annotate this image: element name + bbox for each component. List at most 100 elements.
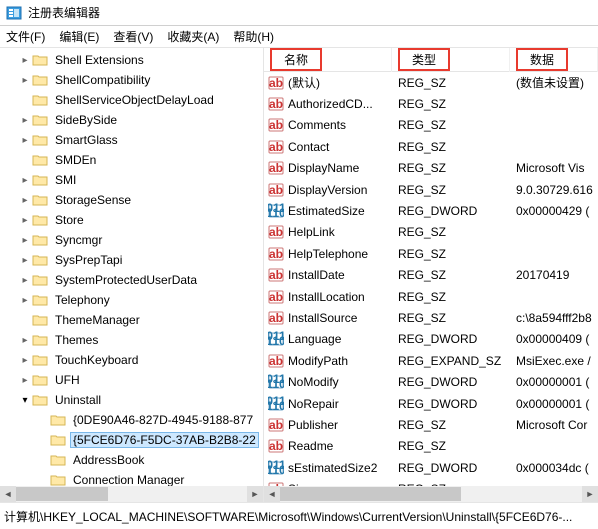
folder-icon xyxy=(50,473,66,487)
menu-view[interactable]: 查看(V) xyxy=(113,28,153,45)
value-row[interactable]: abHelpLinkREG_SZ xyxy=(264,222,598,243)
chevron-right-icon[interactable]: ▸ xyxy=(18,135,32,146)
value-type: REG_EXPAND_SZ xyxy=(392,354,510,368)
scroll-thumb[interactable] xyxy=(280,487,461,501)
tree-item[interactable]: ▸Store xyxy=(0,210,263,230)
value-data: c:\8a594fff2b8 xyxy=(510,311,598,325)
tree-pane[interactable]: ▸Shell Extensions▸ShellCompatibility Shel… xyxy=(0,48,264,502)
chevron-right-icon[interactable]: ▸ xyxy=(18,55,32,66)
tree-item[interactable]: ▸SMI xyxy=(0,170,263,190)
tree-item[interactable]: ▸UFH xyxy=(0,370,263,390)
value-row[interactable]: abInstallDateREG_SZ20170419 xyxy=(264,265,598,286)
value-row[interactable]: abInstallSourceREG_SZc:\8a594fff2b8 xyxy=(264,307,598,328)
chevron-right-icon[interactable]: ▸ xyxy=(18,275,32,286)
tree-item[interactable]: ▸Themes xyxy=(0,330,263,350)
svg-text:110: 110 xyxy=(268,377,284,390)
scroll-right-button[interactable]: ► xyxy=(247,486,263,502)
scroll-thumb[interactable] xyxy=(16,487,108,501)
value-name: NoModify xyxy=(288,375,339,389)
value-row[interactable]: abAuthorizedCD...REG_SZ xyxy=(264,93,598,114)
tree-item-label: ShellServiceObjectDelayLoad xyxy=(52,92,217,108)
tree-item[interactable]: ▸Shell Extensions xyxy=(0,50,263,70)
chevron-right-icon[interactable]: ▸ xyxy=(18,295,32,306)
value-row[interactable]: abContactREG_SZ xyxy=(264,136,598,157)
chevron-right-icon[interactable]: ▸ xyxy=(18,335,32,346)
tree-item[interactable]: ▸SmartGlass xyxy=(0,130,263,150)
scroll-left-button[interactable]: ◄ xyxy=(0,486,16,502)
menu-edit[interactable]: 编辑(E) xyxy=(59,28,99,45)
tree-item[interactable]: ▸SideBySide xyxy=(0,110,263,130)
string-value-icon: ab xyxy=(268,267,284,283)
value-name: Publisher xyxy=(288,418,338,432)
value-row[interactable]: abDisplayVersionREG_SZ9.0.30729.616 xyxy=(264,179,598,200)
string-value-icon: ab xyxy=(268,160,284,176)
value-type: REG_SZ xyxy=(392,183,510,197)
chevron-right-icon[interactable]: ▸ xyxy=(18,255,32,266)
value-row[interactable]: 011110sEstimatedSize2REG_DWORD0x000034dc… xyxy=(264,457,598,478)
tree-item-label: SMDEn xyxy=(52,152,99,168)
tree-item[interactable]: ▸Telephony xyxy=(0,290,263,310)
column-name[interactable]: 名称 xyxy=(264,48,392,72)
tree-item[interactable]: {0DE90A46-827D-4945-9188-877 xyxy=(0,410,263,430)
value-type: REG_SZ xyxy=(392,418,510,432)
values-pane[interactable]: 名称 类型 数据 ab(默认)REG_SZ(数值未设置)abAuthorized… xyxy=(264,48,598,502)
folder-icon xyxy=(32,93,48,107)
tree-item[interactable]: ThemeManager xyxy=(0,310,263,330)
tree-item[interactable]: ▾Uninstall xyxy=(0,390,263,410)
tree-item[interactable]: ▸TouchKeyboard xyxy=(0,350,263,370)
folder-icon xyxy=(32,393,48,407)
chevron-right-icon[interactable]: ▸ xyxy=(18,195,32,206)
tree-item-label: ThemeManager xyxy=(52,312,143,328)
value-row[interactable]: abCommentsREG_SZ xyxy=(264,115,598,136)
value-row[interactable]: 011110NoModifyREG_DWORD0x00000001 ( xyxy=(264,371,598,392)
value-row[interactable]: abDisplayNameREG_SZMicrosoft Vis xyxy=(264,158,598,179)
svg-text:ab: ab xyxy=(269,161,283,175)
svg-text:ab: ab xyxy=(269,118,283,132)
scroll-left-button[interactable]: ◄ xyxy=(264,486,280,502)
chevron-right-icon[interactable]: ▸ xyxy=(18,215,32,226)
menu-help[interactable]: 帮助(H) xyxy=(233,28,274,45)
tree-horizontal-scrollbar[interactable]: ◄ ► xyxy=(0,486,263,502)
chevron-right-icon[interactable]: ▸ xyxy=(18,355,32,366)
value-row[interactable]: abHelpTelephoneREG_SZ xyxy=(264,243,598,264)
chevron-right-icon[interactable]: ▸ xyxy=(18,175,32,186)
chevron-down-icon[interactable]: ▾ xyxy=(18,395,32,406)
chevron-right-icon[interactable]: ▸ xyxy=(18,75,32,86)
svg-text:ab: ab xyxy=(269,247,283,261)
tree-item[interactable]: ▸SystemProtectedUserData xyxy=(0,270,263,290)
value-row[interactable]: 011110NoRepairREG_DWORD0x00000001 ( xyxy=(264,393,598,414)
value-row[interactable]: abReadmeREG_SZ xyxy=(264,436,598,457)
tree-item-label: {0DE90A46-827D-4945-9188-877 xyxy=(70,412,256,428)
scroll-right-button[interactable]: ► xyxy=(582,486,598,502)
value-row[interactable]: 011110LanguageREG_DWORD0x00000409 ( xyxy=(264,329,598,350)
svg-text:110: 110 xyxy=(268,334,284,347)
column-type[interactable]: 类型 xyxy=(392,48,510,72)
tree-item[interactable]: ▸Syncmgr xyxy=(0,230,263,250)
value-row[interactable]: 011110EstimatedSizeREG_DWORD0x00000429 ( xyxy=(264,200,598,221)
chevron-right-icon[interactable]: ▸ xyxy=(18,375,32,386)
value-name: Comments xyxy=(288,118,346,132)
tree-item[interactable]: AddressBook xyxy=(0,450,263,470)
value-row[interactable]: abInstallLocationREG_SZ xyxy=(264,286,598,307)
tree-item[interactable]: ShellServiceObjectDelayLoad xyxy=(0,90,263,110)
svg-text:ab: ab xyxy=(269,268,283,282)
menu-favorites[interactable]: 收藏夹(A) xyxy=(167,28,219,45)
string-value-icon: ab xyxy=(268,353,284,369)
folder-icon xyxy=(32,133,48,147)
chevron-right-icon[interactable]: ▸ xyxy=(18,235,32,246)
tree-item[interactable]: SMDEn xyxy=(0,150,263,170)
value-type: REG_SZ xyxy=(392,247,510,261)
value-row[interactable]: abModifyPathREG_EXPAND_SZMsiExec.exe / xyxy=(264,350,598,371)
chevron-right-icon[interactable]: ▸ xyxy=(18,115,32,126)
value-row[interactable]: abPublisherREG_SZMicrosoft Cor xyxy=(264,414,598,435)
list-horizontal-scrollbar[interactable]: ◄ ► xyxy=(264,486,598,502)
tree-item[interactable]: ▸ShellCompatibility xyxy=(0,70,263,90)
column-data[interactable]: 数据 xyxy=(510,48,598,72)
value-type: REG_DWORD xyxy=(392,397,510,411)
tree-item[interactable]: ▸StorageSense xyxy=(0,190,263,210)
tree-item[interactable]: {5FCE6D76-F5DC-37AB-B2B8-22 xyxy=(0,430,263,450)
value-row[interactable]: ab(默认)REG_SZ(数值未设置) xyxy=(264,72,598,93)
tree-item[interactable]: ▸SysPrepTapi xyxy=(0,250,263,270)
menu-file[interactable]: 文件(F) xyxy=(6,28,45,45)
folder-icon xyxy=(50,433,66,447)
